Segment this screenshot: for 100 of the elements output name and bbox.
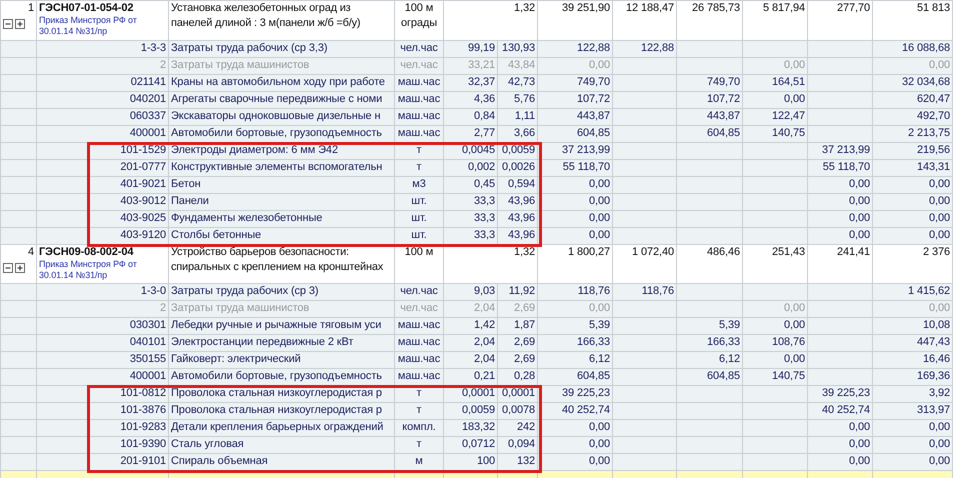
table-cell: 5,39: [538, 318, 613, 334]
table-cell: чел.час: [394, 284, 444, 300]
table-cell: 0,21: [444, 368, 498, 386]
table-cell: 132: [498, 454, 538, 470]
table-cell: 1,11: [498, 108, 538, 126]
table-cell: 101-9390: [36, 436, 168, 454]
table-cell: 201-0777: [36, 160, 168, 176]
table-cell: 0,00: [872, 58, 953, 74]
table-cell: 749,70: [676, 74, 743, 92]
table-cell: Установка железобетонных оград из панелей длиной : 3 м(панели ж/б =б/у): [168, 0, 394, 40]
table-cell: 277,70: [808, 0, 873, 40]
table-cell: 0,00: [872, 436, 953, 454]
table-cell: 6,12: [538, 352, 613, 368]
table-cell: Лебедки ручные и рычажные тяговым уси: [168, 318, 394, 334]
table-cell: 0,00: [872, 454, 953, 470]
table-cell: м: [394, 454, 444, 470]
table-cell: 492,70: [872, 108, 953, 126]
resource-row[interactable]: 401-9021 Бетон м3 0,45 0,594 0,00 0,00 0,00: [0, 176, 953, 194]
resource-row[interactable]: 101-0812 Проволока стальная низкоуглеродистая р т 0,0001 0,0001 39 225,23 39 225,23 3,92: [0, 386, 953, 402]
table-cell: 0,00: [742, 300, 808, 318]
table-cell: 101-3876: [36, 402, 168, 420]
table-cell: 403-9120: [36, 228, 168, 244]
resource-row[interactable]: 400001 Автомобили бортовые, грузоподъемность маш.час 2,77 3,66 604,85 604,85 140,75 2 213,75: [0, 126, 953, 142]
resource-row[interactable]: 403-9025 Фундаменты железобетонные шт. 33,3 43,96 0,00 0,00 0,00: [0, 210, 953, 228]
resource-row[interactable]: 101-1529 Электроды диаметром: 6 мм Э42 т 0,0045 0,0059 37 213,99 37 213,99 219,56: [0, 142, 953, 160]
table-cell: чел.час: [394, 58, 444, 74]
table-cell: 241,41: [808, 244, 873, 284]
table-cell: чел.час: [394, 300, 444, 318]
order-link[interactable]: Приказ Минстроя РФ от 30.01.14 №31/пр: [39, 259, 166, 281]
table-cell: 0,00: [808, 194, 873, 210]
estimate-code: ГЭСН09-08-002-04: [39, 246, 134, 259]
table-cell: 2,69: [498, 300, 538, 318]
resource-row[interactable]: 040101 Электростанции передвижные 2 кВт маш.час 2,04 2,69 166,33 166,33 108,76 447,43: [0, 334, 953, 352]
resource-row[interactable]: 403-9012 Панели шт. 33,3 43,96 0,00 0,00 0,00: [0, 194, 953, 210]
table-cell: 443,87: [538, 108, 613, 126]
order-link[interactable]: Приказ Минстроя РФ от 30.01.14 №31/пр: [39, 15, 166, 37]
table-cell: т: [394, 402, 444, 420]
table-cell: 1 072,40: [612, 244, 677, 284]
table-cell: 6,12: [676, 352, 743, 368]
table-cell: т: [394, 436, 444, 454]
resource-row[interactable]: 1-3-0 Затраты труда рабочих (ср 3) чел.час 9,03 11,92 118,76 118,76 1 415,62: [0, 284, 953, 300]
resource-row[interactable]: 101-9283 Детали крепления барьерных ограждений компл. 183,32 242 0,00 0,00 0,00: [0, 420, 953, 436]
table-cell: маш.час: [394, 74, 444, 92]
table-cell: маш.час: [394, 352, 444, 368]
table-cell: 219,56: [872, 142, 953, 160]
table-cell: 1-3-3: [36, 40, 168, 58]
table-cell: 2 213,75: [872, 126, 953, 142]
table-cell: 0,00: [808, 228, 873, 244]
table-cell: 33,3: [444, 228, 498, 244]
table-cell: шт.: [394, 194, 444, 210]
table-cell: 0,00: [808, 436, 873, 454]
table-cell: 749,70: [538, 74, 613, 92]
table-cell: маш.час: [394, 334, 444, 352]
table-cell: 0,00: [872, 210, 953, 228]
table-cell: 5,76: [498, 92, 538, 108]
resource-row[interactable]: 030301 Лебедки ручные и рычажные тяговым уси маш.час 1,42 1,87 5,39 5,39 0,00 10,08: [0, 318, 953, 334]
row-number: 4: [28, 246, 34, 258]
resource-row[interactable]: 403-9120 Столбы бетонные шт. 33,3 43,96 0,00 0,00 0,00: [0, 228, 953, 244]
table-cell: 100 м ограды: [394, 0, 444, 40]
table-cell: 021141: [36, 74, 168, 92]
table-cell: Спираль объемная: [168, 454, 394, 470]
table-cell: 39 225,23: [808, 386, 873, 402]
resource-row[interactable]: 201-0777 Конструктивные элементы вспомогательн т 0,002 0,0026 55 118,70 55 118,70 143,31: [0, 160, 953, 176]
resource-row[interactable]: 060337 Экскаваторы одноковшовые дизельные н маш.час 0,84 1,11 443,87 443,87 122,47 492,70: [0, 108, 953, 126]
table-cell: Агрегаты сварочные передвижные с номи: [168, 92, 394, 108]
resource-row[interactable]: 350155 Гайковерт: электрический маш.час 2,04 2,69 6,12 6,12 0,00 16,46: [0, 352, 953, 368]
table-cell: 166,33: [538, 334, 613, 352]
table-cell: 3,92: [872, 386, 953, 402]
resource-row[interactable]: 1-3-3 Затраты труда рабочих (ср 3,3) чел.час 99,19 130,93 122,88 122,88 16 088,68: [0, 40, 953, 58]
resource-row[interactable]: 040201 Агрегаты сварочные передвижные с номи маш.час 4,36 5,76 107,72 107,72 0,00 620,47: [0, 92, 953, 108]
estimate-code: ГЭСН07-01-054-02: [39, 2, 134, 15]
table-cell: 118,76: [538, 284, 613, 300]
table-cell: 040201: [36, 92, 168, 108]
table-cell: 43,96: [498, 210, 538, 228]
table-cell: Сталь угловая: [168, 436, 394, 454]
table-cell: 0,00: [538, 58, 613, 74]
table-cell: 140,75: [742, 368, 808, 386]
table-cell: 0,002: [444, 160, 498, 176]
table-cell: 0,0026: [498, 160, 538, 176]
table-cell: 2,04: [444, 352, 498, 368]
table-cell: 447,43: [872, 334, 953, 352]
resource-row[interactable]: 021141 Краны на автомобильном ходу при работе маш.час 32,37 42,73 749,70 749,70 164,51 32 034,68: [0, 74, 953, 92]
table-cell: 0,00: [808, 454, 873, 470]
table-cell: Проволока стальная низкоуглеродистая р: [168, 402, 394, 420]
table-cell: м3: [394, 176, 444, 194]
table-cell: 99,19: [444, 40, 498, 58]
table-cell: 030301: [36, 318, 168, 334]
table-cell: 1 800,27: [538, 244, 613, 284]
resource-row[interactable]: 101-9390 Сталь угловая т 0,0712 0,094 0,00 0,00 0,00: [0, 436, 953, 454]
resource-row[interactable]: 201-9101 Спираль объемная м 100 132 0,00 0,00 0,00: [0, 454, 953, 470]
table-cell: 43,84: [498, 58, 538, 74]
table-cell: 40 252,74: [808, 402, 873, 420]
table-cell: 0,00: [742, 352, 808, 368]
table-cell: Затраты труда рабочих (ср 3): [168, 284, 394, 300]
table-cell: чел.час: [394, 40, 444, 58]
table-cell: 100: [444, 454, 498, 470]
table-cell: 604,85: [538, 126, 613, 142]
resource-row[interactable]: 400001 Автомобили бортовые, грузоподъемность маш.час 0,21 0,28 604,85 604,85 140,75 169,36: [0, 368, 953, 386]
resource-row[interactable]: 101-3876 Проволока стальная низкоуглеродистая р т 0,0059 0,0078 40 252,74 40 252,74 313,97: [0, 402, 953, 420]
table-cell: 169,36: [872, 368, 953, 386]
